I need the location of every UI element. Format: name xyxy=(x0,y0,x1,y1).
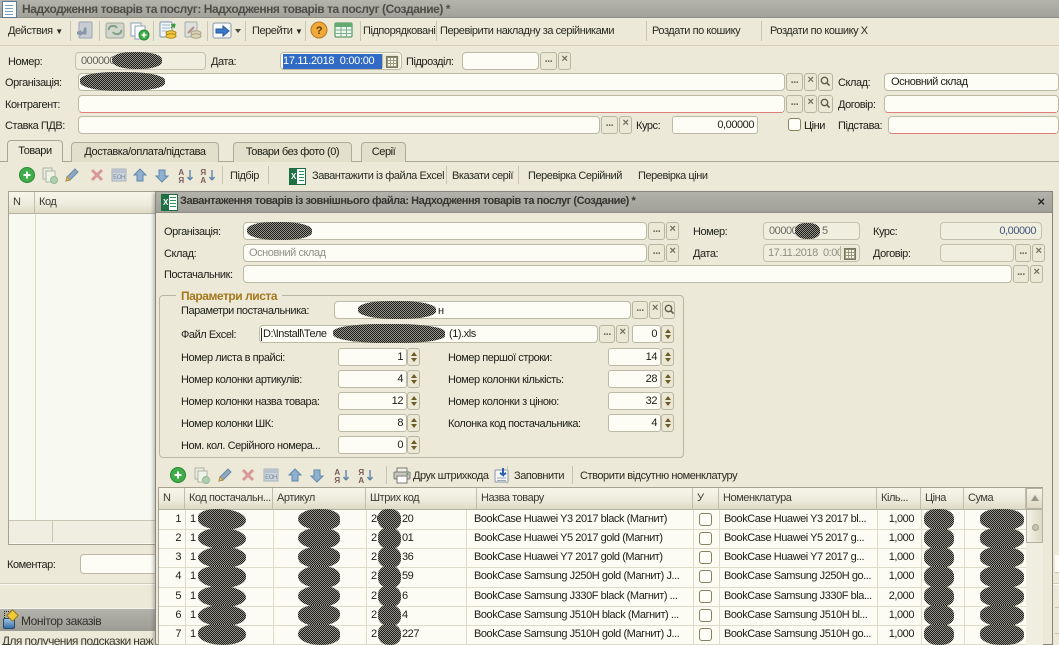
svg-text:Я: Я xyxy=(178,176,184,184)
svg-text:ЕОН: ЕОН xyxy=(113,175,125,181)
svg-text:?: ? xyxy=(316,25,323,37)
svg-text:А: А xyxy=(358,476,364,484)
svg-text:ЕОН: ЕОН xyxy=(265,475,277,481)
svg-text:Я: Я xyxy=(334,476,340,484)
svg-text:А: А xyxy=(200,176,206,184)
